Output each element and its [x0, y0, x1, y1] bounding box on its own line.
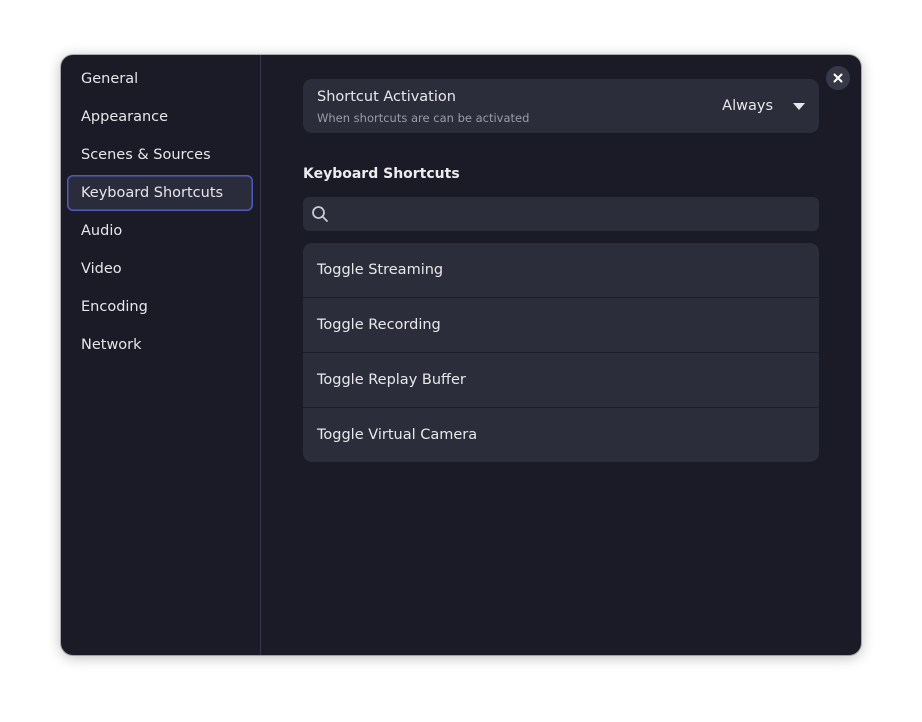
dropdown-value: Always: [722, 98, 773, 114]
sidebar-item-label: General: [81, 71, 139, 87]
shortcut-row-toggle-virtual-camera[interactable]: Toggle Virtual Camera: [303, 408, 819, 462]
search-icon: [312, 206, 328, 222]
sidebar-item-audio[interactable]: Audio: [67, 213, 253, 249]
sidebar-item-label: Video: [81, 261, 122, 277]
search-input[interactable]: [337, 197, 811, 231]
preferences-window: General Appearance Scenes & Sources Keyb…: [61, 55, 861, 655]
sidebar-item-label: Appearance: [81, 109, 169, 125]
shortcut-label: Toggle Recording: [317, 317, 441, 333]
sidebar-item-network[interactable]: Network: [67, 327, 253, 363]
sidebar-item-label: Scenes & Sources: [81, 147, 211, 163]
shortcut-label: Toggle Streaming: [317, 262, 444, 278]
search-box[interactable]: [303, 197, 819, 231]
close-button[interactable]: [826, 66, 850, 90]
close-icon: [833, 73, 843, 83]
sidebar-item-label: Audio: [81, 223, 123, 239]
sidebar-item-label: Network: [81, 337, 142, 353]
shortcut-activation-row: Shortcut Activation When shortcuts are c…: [303, 79, 819, 133]
sidebar-item-keyboard-shortcuts[interactable]: Keyboard Shortcuts: [67, 175, 253, 211]
shortcut-row-toggle-replay-buffer[interactable]: Toggle Replay Buffer: [303, 353, 819, 408]
sidebar-item-video[interactable]: Video: [67, 251, 253, 287]
shortcut-list: Toggle Streaming Toggle Recording Toggle…: [303, 243, 819, 462]
shortcut-activation-subtitle: When shortcuts are can be activated: [317, 111, 530, 125]
sidebar-item-label: Keyboard Shortcuts: [81, 185, 224, 201]
shortcut-row-toggle-recording[interactable]: Toggle Recording: [303, 298, 819, 353]
section-heading: Keyboard Shortcuts: [303, 166, 460, 182]
shortcut-row-toggle-streaming[interactable]: Toggle Streaming: [303, 243, 819, 298]
sidebar-item-appearance[interactable]: Appearance: [67, 99, 253, 135]
shortcut-label: Toggle Replay Buffer: [317, 372, 466, 388]
sidebar-item-label: Encoding: [81, 299, 148, 315]
shortcut-activation-dropdown[interactable]: Always: [722, 79, 805, 133]
shortcut-label: Toggle Virtual Camera: [317, 427, 478, 443]
sidebar: General Appearance Scenes & Sources Keyb…: [61, 55, 261, 655]
shortcut-activation-title: Shortcut Activation: [317, 89, 456, 105]
sidebar-item-general[interactable]: General: [67, 61, 253, 97]
sidebar-item-scenes-sources[interactable]: Scenes & Sources: [67, 137, 253, 173]
sidebar-item-encoding[interactable]: Encoding: [67, 289, 253, 325]
chevron-down-icon: [793, 102, 805, 110]
